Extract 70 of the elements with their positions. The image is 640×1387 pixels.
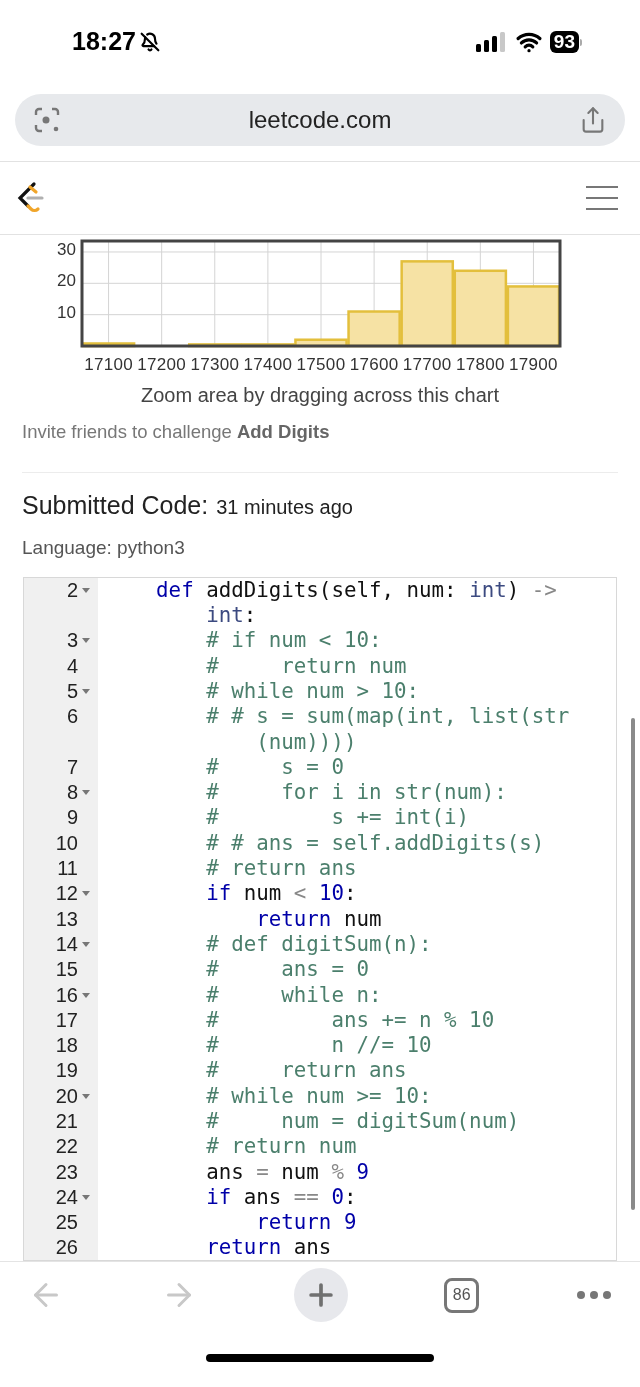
code-line: # # s = sum(map(int, list(str (num)))) [205,704,571,755]
line-number: 15 [55,957,78,983]
line-number: 24 [55,1184,78,1210]
y-tick-label: 20 [57,272,76,290]
code-line: # s += int(i) [205,805,471,831]
x-tick-label: 17600 [348,354,400,376]
line-number: 20 [55,1083,78,1109]
line-number: 7 [66,754,78,780]
line-number: 8 [66,780,78,806]
code-line: ans = num % 9 [205,1159,370,1185]
x-tick-label: 17300 [189,354,241,376]
x-tick-label: 17700 [401,354,453,376]
line-number: 25 [55,1210,78,1236]
x-tick-label: 17800 [454,354,506,376]
y-tick-label: 30 [57,240,76,258]
x-tick-label: 17500 [295,354,347,376]
x-tick-label: 17200 [136,354,188,376]
chart-hint: Zoom area by dragging across this chart [141,383,499,408]
code-line: # while n: [205,982,383,1008]
line-number: 9 [66,805,78,831]
line-number: 2 [66,577,78,603]
code-line: # # ans = self.addDigits(s) [205,830,546,856]
line-number: 13 [55,906,78,932]
line-number: 17 [55,1007,78,1033]
line-number: 19 [55,1058,78,1084]
code-line: if num < 10: [205,881,358,907]
code-line: return 9 [255,1210,358,1236]
code-line: return num [255,906,383,932]
line-number: 10 [55,830,78,856]
submission-time: 31 minutes ago [216,494,353,520]
line-number: 5 [66,678,78,704]
code-line: # return ans [205,856,358,882]
line-number: 6 [66,704,78,730]
line-number: 12 [55,881,78,907]
code-line: # while num >= 10: [205,1083,433,1109]
code-line: if ans == 0: [205,1184,358,1211]
line-number: 4 [66,653,78,679]
submitted-code-title: Submitted Code: [22,489,209,521]
language-label: Language: python3 [22,537,185,559]
code-line: # for i in str(num): [205,780,508,806]
code-line: return ans [205,1235,333,1260]
code-line: # return num [205,1134,358,1160]
line-number: 11 [57,856,78,881]
code-line: # def digitSum(n): [205,931,433,958]
line-number: 23 [55,1159,78,1185]
code-line: # num = digitSum(num) [205,1109,521,1135]
url-text: leetcode.com [248,105,392,135]
code-line: # ans += n % 10 [205,1007,496,1034]
code-line: # n //= 10 [205,1033,433,1059]
battery-indicator: 93 [549,31,582,53]
code-line: # while num > 10: [205,678,421,705]
code-line: # if num < 10: [205,628,383,654]
y-tick-label: 10 [57,303,76,321]
x-tick-label: 17400 [242,354,294,376]
line-number: 26 [55,1235,78,1260]
status-time: 18:27 [72,26,136,58]
invite-text: Invite friends to challenge Add Digits [22,421,330,442]
line-number: 16 [55,982,78,1008]
code-line: # ans = 0 [205,957,370,983]
code-line: # s = 0 [205,754,345,781]
line-number: 22 [55,1134,78,1160]
code-line: def addDigits(self, num: int) -> int: [155,577,558,629]
code-line: # return num [205,653,408,679]
x-tick-label: 17900 [508,354,559,376]
line-number: 14 [55,931,78,957]
x-tick-label: 17100 [83,354,134,376]
line-number: 18 [55,1033,78,1059]
line-number: 21 [55,1109,78,1134]
code-line: # return ans [205,1058,408,1084]
line-number: 3 [66,628,78,654]
